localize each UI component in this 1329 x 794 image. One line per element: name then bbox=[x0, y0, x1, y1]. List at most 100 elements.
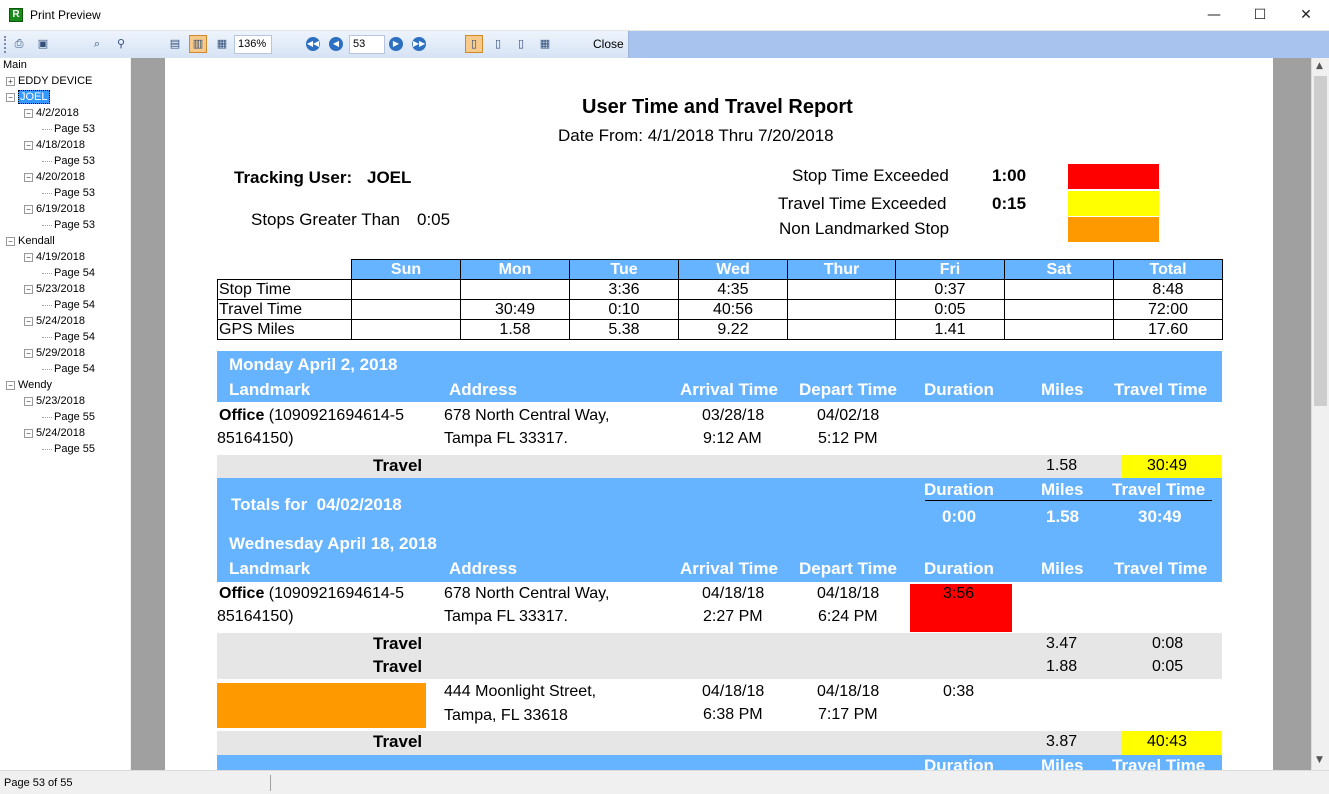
whole-page-icon[interactable]: ▦ bbox=[213, 35, 231, 53]
tree-user-item[interactable]: − JOEL bbox=[6, 90, 50, 105]
zoom-field[interactable]: 136% bbox=[234, 35, 272, 54]
print-setup-icon[interactable]: ▣ bbox=[34, 35, 52, 53]
first-page-icon[interactable]: ◀◀ bbox=[306, 37, 320, 51]
tree-connector bbox=[42, 160, 52, 162]
tree-user-item[interactable]: − Wendy bbox=[6, 378, 52, 393]
report-tree[interactable]: Main + EDDY DEVICE − JOEL −4/2/2018 Page 53−4… bbox=[0, 58, 130, 770]
table-row: GPS Miles 1.58 5.38 9.22 1.41 17.60 bbox=[217, 319, 1223, 340]
scroll-up-icon[interactable]: ▲ bbox=[1316, 61, 1323, 71]
page-number-field[interactable]: 53 bbox=[349, 35, 385, 54]
tree-date-item[interactable]: −5/23/2018 bbox=[24, 394, 85, 409]
collapse-icon[interactable]: − bbox=[24, 108, 33, 118]
three-pages-icon[interactable]: ▯ bbox=[512, 35, 530, 53]
vertical-scrollbar[interactable]: ▲ ▼ bbox=[1311, 58, 1329, 770]
tree-date-item[interactable]: −4/2/2018 bbox=[24, 106, 79, 121]
tree-toggle-icon[interactable]: ▤ bbox=[166, 35, 184, 53]
collapse-icon[interactable]: − bbox=[24, 284, 33, 294]
collapse-icon[interactable]: − bbox=[6, 236, 15, 246]
col-depart: Depart Time bbox=[799, 559, 897, 578]
find-icon[interactable]: ⚲ bbox=[112, 35, 130, 53]
next-page-icon[interactable]: ▶ bbox=[389, 37, 403, 51]
header-thur: Thur bbox=[787, 259, 896, 280]
tree-item-label: EDDY DEVICE bbox=[18, 75, 93, 87]
totals-label-text: Totals for bbox=[231, 495, 308, 514]
print-icon[interactable]: ⎙ bbox=[10, 35, 28, 53]
day1-stop-arrival-time: 9:12 AM bbox=[703, 430, 762, 447]
header-blank bbox=[217, 259, 352, 280]
day2-stop1-depart-time: 6:24 PM bbox=[818, 608, 878, 625]
tree-item-label: Wendy bbox=[18, 379, 53, 391]
window-close-button[interactable]: ✕ bbox=[1283, 0, 1329, 31]
toolbar: ⎙ ▣ ⌕ ⚲ ▤ ▥ ▦ 136% ◀◀ ◀ 53 ▶ ▶▶ ▯ ▯ ▯ ▦ … bbox=[0, 31, 1329, 58]
close-preview-button[interactable]: Close bbox=[593, 37, 624, 51]
day2-heading: Wednesday April 18, 2018 bbox=[229, 534, 437, 553]
tree-page-item[interactable]: Page 55 bbox=[42, 442, 95, 457]
page-width-icon[interactable]: ▥ bbox=[189, 35, 207, 53]
table-cell: 0:10 bbox=[569, 299, 679, 320]
tree-page-item[interactable]: Page 54 bbox=[42, 362, 95, 377]
toolbar-grip[interactable] bbox=[4, 36, 7, 53]
tree-page-item[interactable]: Page 53 bbox=[42, 186, 95, 201]
collapse-icon[interactable]: − bbox=[24, 316, 33, 326]
tree-page-item[interactable]: Page 54 bbox=[42, 266, 95, 281]
scroll-thumb[interactable] bbox=[1314, 76, 1327, 406]
last-page-icon[interactable]: ▶▶ bbox=[412, 37, 426, 51]
tree-date-item[interactable]: −5/29/2018 bbox=[24, 346, 85, 361]
legend-travel-swatch bbox=[1068, 191, 1159, 216]
tree-date-item[interactable]: −5/24/2018 bbox=[24, 426, 85, 441]
prev-page-icon[interactable]: ◀ bbox=[329, 37, 343, 51]
collapse-icon[interactable]: − bbox=[24, 204, 33, 214]
minimize-button[interactable]: — bbox=[1191, 0, 1237, 31]
day2-travel1-miles: 3.47 bbox=[1046, 635, 1078, 652]
tree-user-item[interactable]: − Kendall bbox=[6, 234, 55, 249]
collapse-icon[interactable]: − bbox=[24, 172, 33, 182]
tree-item-label: 5/24/2018 bbox=[36, 315, 85, 327]
report-title: User Time and Travel Report bbox=[582, 96, 853, 118]
collapse-icon[interactable]: − bbox=[24, 428, 33, 438]
collapse-icon[interactable]: − bbox=[6, 380, 15, 390]
tree-page-item[interactable]: Page 55 bbox=[42, 410, 95, 425]
two-pages-icon[interactable]: ▯ bbox=[489, 35, 507, 53]
title-bar: R Print Preview — ☐ ✕ bbox=[0, 0, 1329, 31]
collapse-icon[interactable]: − bbox=[24, 252, 33, 262]
tree-date-item[interactable]: −4/18/2018 bbox=[24, 138, 85, 153]
tree-item-label: Page 54 bbox=[54, 331, 95, 343]
tree-page-item[interactable]: Page 54 bbox=[42, 330, 95, 345]
collapse-icon[interactable]: − bbox=[24, 348, 33, 358]
col-address: Address bbox=[449, 559, 518, 578]
toolbar-strip: ⎙ ▣ ⌕ ⚲ ▤ ▥ ▦ 136% ◀◀ ◀ 53 ▶ ▶▶ ▯ ▯ ▯ ▦ … bbox=[0, 31, 629, 58]
table-cell: 1.41 bbox=[895, 319, 1005, 340]
col-arrival: Arrival Time bbox=[680, 380, 778, 399]
preview-gutter-left bbox=[131, 58, 165, 770]
collapse-icon[interactable]: − bbox=[6, 92, 15, 102]
totals-col-duration: Duration bbox=[924, 480, 994, 499]
tree-page-item[interactable]: Page 53 bbox=[42, 122, 95, 137]
tree-item-label: Page 53 bbox=[54, 219, 95, 231]
expand-icon[interactable]: + bbox=[6, 76, 15, 86]
tree-root[interactable]: Main bbox=[3, 58, 27, 73]
tree-page-item[interactable]: Page 54 bbox=[42, 298, 95, 313]
tree-page-item[interactable]: Page 53 bbox=[42, 218, 95, 233]
maximize-button[interactable]: ☐ bbox=[1237, 0, 1283, 31]
tree-date-item[interactable]: −5/23/2018 bbox=[24, 282, 85, 297]
tree-page-item[interactable]: Page 53 bbox=[42, 154, 95, 169]
tree-date-item[interactable]: −5/24/2018 bbox=[24, 314, 85, 329]
tree-user-item[interactable]: + EDDY DEVICE bbox=[6, 74, 92, 89]
collapse-icon[interactable]: − bbox=[24, 140, 33, 150]
tree-connector bbox=[42, 304, 52, 306]
single-page-icon[interactable]: ▯ bbox=[465, 35, 483, 53]
zoom-icon[interactable]: ⌕ bbox=[88, 35, 106, 53]
four-pages-icon[interactable]: ▦ bbox=[536, 35, 554, 53]
totals-col-travel-time: Travel Time bbox=[1112, 480, 1206, 499]
collapse-icon[interactable]: − bbox=[24, 396, 33, 406]
header-total: Total bbox=[1113, 259, 1223, 280]
landmark-id: (1090921694614-5 bbox=[268, 407, 405, 424]
day2-travel1-time: 0:08 bbox=[1152, 635, 1184, 652]
tree-date-item[interactable]: −6/19/2018 bbox=[24, 202, 85, 217]
tree-date-item[interactable]: −4/19/2018 bbox=[24, 250, 85, 265]
col-landmark: Landmark bbox=[229, 559, 311, 578]
scroll-down-icon[interactable]: ▼ bbox=[1316, 755, 1323, 765]
tree-date-item[interactable]: −4/20/2018 bbox=[24, 170, 85, 185]
legend-travel-label: Travel Time Exceeded bbox=[778, 194, 947, 213]
col-miles: Miles bbox=[1041, 559, 1084, 578]
